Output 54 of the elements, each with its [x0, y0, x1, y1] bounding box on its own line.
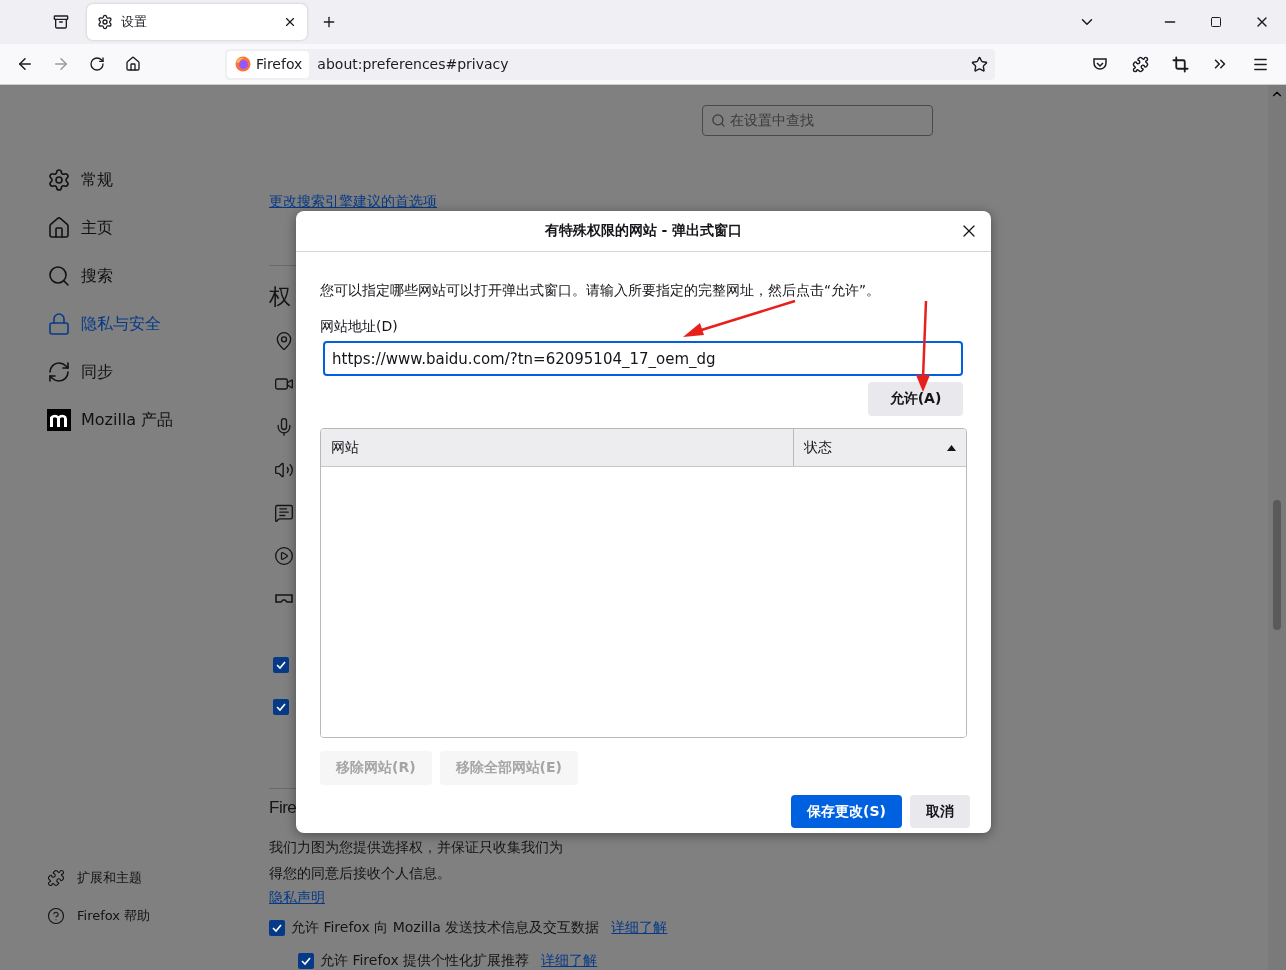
scrollbar[interactable]: [1268, 85, 1286, 970]
scroll-thumb[interactable]: [1273, 500, 1281, 630]
paragraph-line: 得您的同意后接收个人信息。: [269, 864, 451, 883]
sort-icon: [947, 444, 956, 451]
browser-logo-icon: [235, 56, 251, 72]
preferences-link[interactable]: 更改搜索引擎建议的首选项: [269, 193, 437, 211]
learn-more-link[interactable]: 详细了解: [611, 919, 668, 937]
browser-tab[interactable]: 设置: [87, 4, 307, 40]
checkbox[interactable]: [273, 657, 289, 673]
home-icon: [47, 216, 71, 240]
sidebar-footer-link[interactable]: Firefox 帮助: [47, 906, 269, 926]
checkbox[interactable]: [273, 699, 289, 715]
sidebar-item[interactable]: 常规: [47, 168, 269, 192]
url-text[interactable]: about:preferences#privacy: [317, 56, 963, 72]
privacy-link[interactable]: 隐私声明: [269, 889, 325, 907]
dialog-description: 您可以指定哪些网站可以打开弹出式窗口。请输入所要指定的完整网址，然后点击“允许”。: [320, 281, 881, 300]
sidebar-item[interactable]: Mozilla 产品: [47, 408, 269, 432]
dialog-title: 有特殊权限的网站 - 弹出式窗口: [544, 222, 743, 240]
sidebar-item[interactable]: 同步: [47, 360, 269, 384]
column-header[interactable]: 状态: [794, 429, 966, 466]
address-field[interactable]: https://www.baidu.com/?tn=62095104_17_oem_dg: [323, 341, 963, 376]
sidebar-item[interactable]: 隐私与安全: [47, 312, 269, 336]
close-icon[interactable]: [283, 15, 297, 29]
column-header[interactable]: 网站: [321, 429, 794, 466]
checkbox[interactable]: [269, 920, 285, 936]
option-label: 允许 Firefox 提供个性化扩展推荐: [320, 952, 530, 970]
pin-icon: [274, 331, 294, 351]
play-icon: [274, 546, 294, 566]
search-icon: [47, 264, 71, 288]
speaker-icon: [274, 460, 294, 480]
gear-icon: [97, 14, 113, 30]
sidebar-item[interactable]: 主页: [47, 216, 269, 240]
sidebar-item[interactable]: 搜索: [47, 264, 269, 288]
save-button[interactable]: 保存更改(S): [791, 795, 902, 828]
sync-icon: [47, 360, 71, 384]
learn-more-link[interactable]: 详细了解: [541, 952, 598, 970]
section-heading: 权: [269, 283, 291, 311]
allow-button[interactable]: 允许(A): [868, 382, 963, 416]
sidebar-footer-link[interactable]: 扩展和主题: [47, 868, 269, 888]
search-field[interactable]: 在设置中查找: [702, 105, 933, 136]
field-label: 网站地址(D): [320, 317, 398, 336]
checkbox[interactable]: [298, 953, 314, 969]
search-icon: [711, 113, 726, 128]
paragraph-line: 我们力图为您提供选择权，并保证只收集我们为: [269, 838, 563, 857]
chat-icon: [274, 503, 294, 523]
logo-icon: [47, 409, 71, 431]
gear-icon: [47, 168, 71, 192]
section-heading: Fire: [269, 797, 297, 819]
lock-icon: [47, 312, 71, 336]
identity-chip[interactable]: Firefox: [227, 50, 310, 78]
cancel-button[interactable]: 取消: [910, 795, 970, 828]
help-icon: [47, 907, 65, 925]
puzzle-icon: [47, 869, 65, 887]
option-label: 允许 Firefox 向 Mozilla 发送技术信息及交互数据: [291, 919, 600, 937]
